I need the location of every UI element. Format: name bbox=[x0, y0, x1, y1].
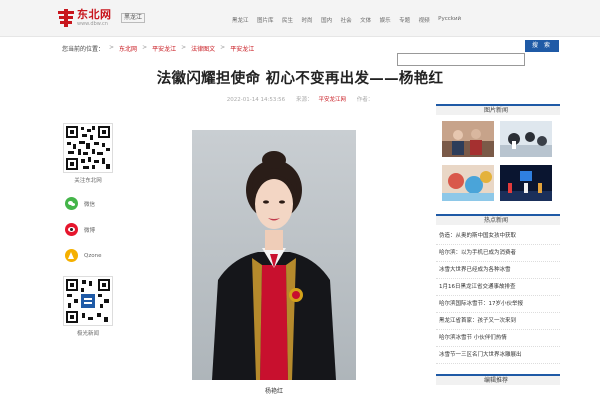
app-qr-code bbox=[63, 276, 113, 326]
article-source[interactable]: 平安龙江网 bbox=[318, 97, 346, 103]
photo-news-thumb[interactable] bbox=[442, 121, 494, 157]
editor-picks-title: 编辑推荐 bbox=[484, 377, 509, 384]
nav-item-video[interactable]: 视频 bbox=[419, 16, 430, 24]
article-date: 2022-01-14 14:53:56 bbox=[226, 97, 286, 103]
editor-picks-header: 编辑推荐 bbox=[436, 374, 560, 385]
list-item[interactable]: 冰雪大世界已经成为各种冰雪 bbox=[436, 262, 560, 279]
nav-item-entertainment[interactable]: 娱乐 bbox=[380, 16, 391, 24]
nav-item-topics[interactable]: 专题 bbox=[399, 16, 410, 24]
portrait-photo bbox=[192, 130, 356, 380]
nav-item-sports[interactable]: 文体 bbox=[360, 16, 371, 24]
qr-code-icon bbox=[66, 279, 110, 323]
nav-item-photos[interactable]: 图片库 bbox=[257, 16, 274, 24]
photo-news-thumb[interactable] bbox=[442, 165, 494, 201]
list-item[interactable]: 冰雪节一三区名门大世界冰雕展出 bbox=[436, 347, 560, 364]
share-weibo-label: 微博 bbox=[84, 227, 96, 234]
breadcrumb-item-current[interactable]: 平安龙江 bbox=[230, 44, 254, 53]
hot-news-title: 热点新闻 bbox=[484, 217, 509, 224]
photo-news-header: 图片新闻 bbox=[436, 104, 560, 115]
hot-news-header: 热点新闻 bbox=[436, 214, 560, 225]
search-button[interactable]: 搜 索 bbox=[525, 40, 559, 52]
photo-caption: 杨艳红 bbox=[264, 388, 283, 395]
list-item[interactable]: 伪造：从奥的斯中国女孩中获取 bbox=[436, 228, 560, 245]
share-column: 关注东北网 微信 微博 Qzone 极光新闻 bbox=[60, 123, 116, 337]
list-item[interactable]: 黑龙江省首家：孩子又一次来到 bbox=[436, 313, 560, 330]
share-wechat-label: 微信 bbox=[84, 201, 96, 208]
list-item[interactable]: 哈尔滨冰雪节 小伙伴们热情 bbox=[436, 330, 560, 347]
site-logo[interactable]: 东北网 www.dbw.cn bbox=[58, 9, 112, 27]
photo-news-title: 图片新闻 bbox=[484, 107, 509, 114]
breadcrumb-prefix: 您当前的位置： bbox=[62, 46, 105, 53]
follow-qr-code bbox=[63, 123, 113, 173]
search-input[interactable] bbox=[397, 53, 525, 66]
nav-item-society[interactable]: 社会 bbox=[341, 16, 352, 24]
breadcrumb-separator: > bbox=[142, 44, 148, 51]
breadcrumb-item-home[interactable]: 东北网 bbox=[119, 44, 137, 53]
share-qzone-button[interactable]: Qzone bbox=[65, 249, 116, 262]
site-url: www.dbw.cn bbox=[77, 21, 108, 27]
breadcrumb-separator: > bbox=[109, 44, 115, 51]
article-author-label: 作者： bbox=[356, 97, 374, 103]
site-name: 东北网 bbox=[77, 8, 112, 21]
article-meta: 2022-01-14 14:53:56 来源： 平安龙江网 作者： bbox=[0, 95, 600, 103]
list-item[interactable]: 哈尔滨国际冰雪节：17岁小伙举报 bbox=[436, 296, 560, 313]
list-item[interactable]: 1月16日黑龙江省交通事故排查 bbox=[436, 279, 560, 296]
breadcrumb-separator: > bbox=[220, 44, 226, 51]
share-wechat-button[interactable]: 微信 bbox=[65, 197, 116, 210]
portrait-illustration bbox=[192, 130, 356, 380]
hot-news-list: 伪造：从奥的斯中国女孩中获取 哈尔滨：以为手机已成为消费者 冰雪大世界已经成为各… bbox=[436, 228, 560, 364]
breadcrumb-item-section[interactable]: 平安龙江 bbox=[152, 44, 176, 53]
nav-item-fashion[interactable]: 时尚 bbox=[302, 16, 313, 24]
nav-item-domestic[interactable]: 国内 bbox=[321, 16, 332, 24]
weibo-icon bbox=[65, 223, 78, 236]
region-badge[interactable]: 黑龙江 bbox=[121, 13, 146, 23]
list-item[interactable]: 哈尔滨：以为手机已成为消费者 bbox=[436, 245, 560, 262]
share-qzone-label: Qzone bbox=[84, 252, 102, 259]
logo-mark-icon bbox=[58, 9, 74, 27]
nav-item-heilongjiang[interactable]: 黑龙江 bbox=[232, 16, 249, 24]
qzone-icon bbox=[65, 249, 78, 262]
article-title: 法徽闪耀担使命 初心不变再出发——杨艳红 bbox=[156, 71, 444, 87]
top-bar: 东北网 www.dbw.cn 黑龙江 黑龙江 图片库 民生 时尚 国内 社会 文… bbox=[0, 0, 600, 37]
main-nav: 黑龙江 图片库 民生 时尚 国内 社会 文体 娱乐 专题 视频 Pycckий bbox=[232, 16, 470, 24]
breadcrumb: 您当前的位置： > 东北网 > 平安龙江 > 法律图文 > 平安龙江 bbox=[62, 44, 254, 53]
photo-news-thumb[interactable] bbox=[500, 165, 552, 201]
nav-item-livelihood[interactable]: 民生 bbox=[282, 16, 293, 24]
article-source-label: 来源： bbox=[295, 97, 313, 103]
photo-news-thumb[interactable] bbox=[500, 121, 552, 157]
nav-item-russian[interactable]: Pycckий bbox=[438, 16, 461, 24]
breadcrumb-separator: > bbox=[181, 44, 187, 51]
wechat-icon bbox=[65, 197, 78, 210]
qr-code-icon bbox=[66, 126, 110, 170]
share-weibo-button[interactable]: 微博 bbox=[65, 223, 116, 236]
follow-label: 关注东北网 bbox=[74, 178, 102, 184]
breadcrumb-item-category[interactable]: 法律图文 bbox=[191, 44, 215, 53]
app-label: 极光新闻 bbox=[76, 331, 99, 337]
